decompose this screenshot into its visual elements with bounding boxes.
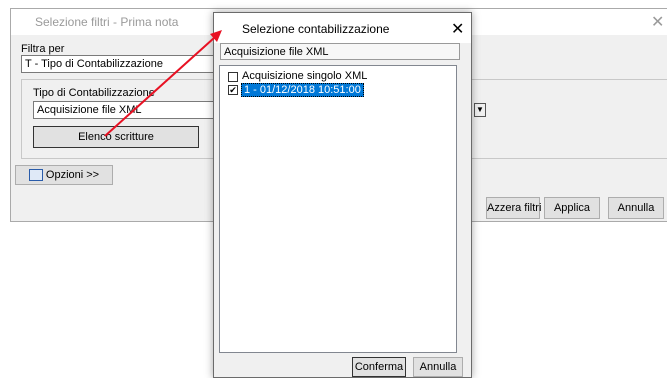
annotation-arrow	[104, 30, 222, 137]
